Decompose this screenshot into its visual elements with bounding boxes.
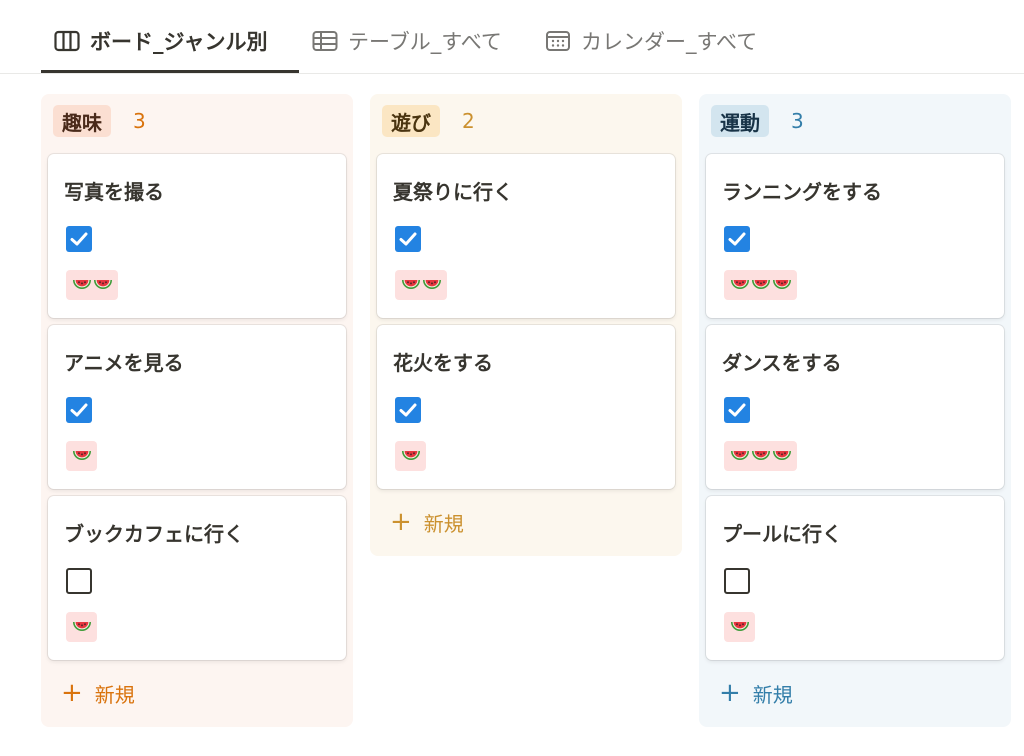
new-label: 新規 [94, 682, 135, 707]
checkmark-icon [399, 232, 417, 246]
add-new-card-button[interactable]: + 新規 [719, 678, 793, 708]
board-column-hobby: 趣味 3 写真を撮る アニメを見る ブックカフェに行く + 新規 [41, 94, 353, 727]
watermelon-rating-tag [724, 612, 755, 642]
checkmark-icon [70, 232, 88, 246]
column-header: 運動 3 [711, 104, 804, 138]
calendar-icon [546, 31, 570, 51]
checkmark-icon [399, 403, 417, 417]
done-checkbox[interactable] [724, 226, 750, 252]
watermelon-icon [730, 280, 749, 289]
watermelon-icon [730, 622, 749, 631]
checkmark-icon [728, 232, 746, 246]
view-tabs: ボード_ジャンル別 テーブル_すべて カレンダー_すべて [0, 0, 1024, 74]
watermelon-icon [772, 451, 791, 460]
group-count: 3 [133, 109, 146, 133]
watermelon-icon [72, 622, 91, 631]
watermelon-rating-tag [724, 441, 797, 471]
plus-icon: + [61, 678, 83, 708]
tab-label: ボード_ジャンル別 [90, 30, 268, 54]
watermelon-rating-tag [66, 270, 118, 300]
board-card[interactable]: ダンスをする [706, 325, 1004, 489]
plus-icon: + [719, 678, 741, 708]
board-card[interactable]: プールに行く [706, 496, 1004, 660]
watermelon-icon [72, 451, 91, 460]
card-title: ランニングをする [722, 180, 882, 204]
board-column-play: 遊び 2 夏祭りに行く 花火をする + 新規 [370, 94, 682, 556]
new-label: 新規 [752, 682, 793, 707]
watermelon-rating-tag [724, 270, 797, 300]
tab-table-all[interactable]: テーブル_すべて [312, 24, 502, 58]
board-card[interactable]: ランニングをする [706, 154, 1004, 318]
card-title: 写真を撮る [64, 180, 164, 204]
table-icon [312, 31, 338, 51]
board-card[interactable]: 夏祭りに行く [377, 154, 675, 318]
board-icon [54, 30, 80, 52]
watermelon-icon [730, 451, 749, 460]
active-tab-indicator [41, 70, 299, 73]
group-count: 3 [791, 109, 804, 133]
watermelon-icon [93, 280, 112, 289]
board-card[interactable]: ブックカフェに行く [48, 496, 346, 660]
done-checkbox[interactable] [724, 397, 750, 423]
group-count: 2 [462, 109, 475, 133]
checkmark-icon [728, 403, 746, 417]
tab-label: カレンダー_すべて [581, 30, 758, 54]
add-new-card-button[interactable]: + 新規 [390, 507, 464, 537]
column-header: 趣味 3 [53, 104, 146, 138]
card-title: ダンスをする [722, 351, 842, 375]
board-card[interactable]: 写真を撮る [48, 154, 346, 318]
watermelon-rating-tag [66, 441, 97, 471]
watermelon-icon [422, 280, 441, 289]
group-label[interactable]: 運動 [711, 105, 769, 137]
board-card[interactable]: 花火をする [377, 325, 675, 489]
tab-calendar-all[interactable]: カレンダー_すべて [545, 24, 757, 58]
column-header: 遊び 2 [382, 104, 475, 138]
done-checkbox[interactable] [724, 568, 750, 594]
watermelon-icon [772, 280, 791, 289]
done-checkbox[interactable] [66, 397, 92, 423]
group-label[interactable]: 遊び [382, 105, 440, 137]
card-title: 花火をする [393, 351, 493, 375]
watermelon-icon [751, 280, 770, 289]
done-checkbox[interactable] [395, 397, 421, 423]
watermelon-icon [401, 451, 420, 460]
group-label[interactable]: 趣味 [53, 105, 111, 137]
tab-board-by-genre[interactable]: ボード_ジャンル別 [54, 24, 267, 58]
card-title: ブックカフェに行く [64, 522, 244, 546]
new-label: 新規 [423, 511, 464, 536]
watermelon-icon [72, 280, 91, 289]
add-new-card-button[interactable]: + 新規 [61, 678, 135, 708]
plus-icon: + [390, 507, 412, 537]
board-card[interactable]: アニメを見る [48, 325, 346, 489]
watermelon-rating-tag [66, 612, 97, 642]
board-column-exercise: 運動 3 ランニングをする ダンスをする プールに行く + 新規 [699, 94, 1011, 727]
watermelon-icon [751, 451, 770, 460]
card-title: アニメを見る [64, 351, 184, 375]
card-title: 夏祭りに行く [393, 180, 513, 204]
checkmark-icon [70, 403, 88, 417]
watermelon-icon [401, 280, 420, 289]
done-checkbox[interactable] [66, 226, 92, 252]
watermelon-rating-tag [395, 270, 447, 300]
watermelon-rating-tag [395, 441, 426, 471]
card-title: プールに行く [722, 522, 842, 546]
done-checkbox[interactable] [66, 568, 92, 594]
done-checkbox[interactable] [395, 226, 421, 252]
tab-label: テーブル_すべて [348, 30, 502, 54]
